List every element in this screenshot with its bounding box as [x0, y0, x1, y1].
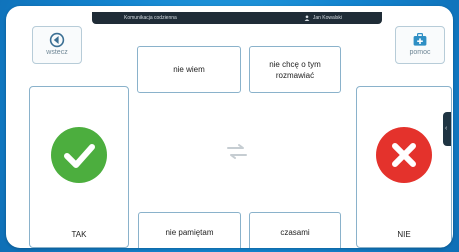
answer-label: czasami [280, 227, 310, 237]
app-screen: Komunikacja codzienna Jan Kowalski wstec… [6, 6, 453, 248]
status-bar: Komunikacja codzienna Jan Kowalski [92, 12, 382, 24]
chevron-left-icon: ‹ [445, 125, 448, 132]
answer-label: nie chcę o tym rozmawiać [269, 59, 321, 80]
answer-dont-know[interactable]: nie wiem [137, 46, 241, 93]
no-button[interactable]: NIE [356, 86, 452, 248]
status-user-name: Jan Kowalski [312, 15, 342, 21]
no-label: NIE [397, 230, 411, 239]
help-label: pomoc [409, 49, 431, 56]
status-title: Komunikacja codzienna [124, 15, 177, 21]
no-circle [376, 127, 432, 183]
arrow-left-icon [49, 32, 65, 48]
yes-label: TAK [71, 230, 87, 239]
x-icon [392, 143, 416, 167]
user-icon [304, 15, 310, 21]
yes-button[interactable]: TAK [29, 86, 129, 248]
answer-sometimes[interactable]: czasami [249, 212, 341, 248]
answer-label: nie pamiętam [165, 227, 214, 237]
answer-dont-remember[interactable]: nie pamiętam [138, 212, 241, 248]
answer-label: nie wiem [173, 65, 205, 74]
help-button[interactable]: pomoc [395, 26, 445, 64]
back-button[interactable]: wstecz [32, 26, 82, 64]
answer-dont-want-to-talk[interactable]: nie chcę o tym rozmawiać [249, 46, 341, 93]
status-user: Jan Kowalski [304, 12, 342, 24]
swap-icon[interactable] [225, 143, 249, 161]
side-panel-handle[interactable]: ‹ [443, 112, 451, 146]
back-label: wstecz [46, 49, 68, 56]
check-icon [64, 144, 95, 168]
yes-circle [51, 127, 107, 183]
medkit-icon [413, 33, 427, 46]
